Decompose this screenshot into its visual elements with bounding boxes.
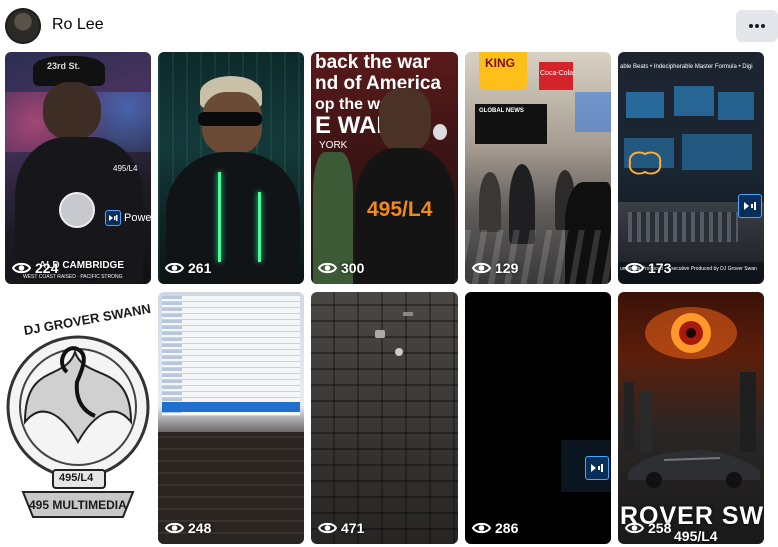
view-count: 261 xyxy=(165,260,211,276)
more-horizontal-icon xyxy=(749,24,765,28)
view-count: 286 xyxy=(472,520,518,536)
view-count-text: 286 xyxy=(495,520,519,536)
chain-text: 495/L4 xyxy=(113,164,138,173)
eye-icon xyxy=(472,522,491,534)
eye-icon xyxy=(165,522,184,534)
reel-tile[interactable]: able Beats • Indecipherable Master Formu… xyxy=(618,52,764,284)
reel-tile[interactable]: 23rd St. 495/L4 Power ALD CAMBRIDGE WEST… xyxy=(5,52,151,284)
view-count: 300 xyxy=(318,260,364,276)
logo-mid-text: 495/L4 xyxy=(59,472,94,484)
glowing-eye-graphic xyxy=(645,307,737,359)
avatar[interactable] xyxy=(5,8,41,44)
sports-car-graphic xyxy=(628,450,760,488)
reel-tile[interactable]: 471 xyxy=(311,292,458,544)
video-editor-icon xyxy=(105,210,121,226)
view-count: 129 xyxy=(472,260,518,276)
reels-grid: 23rd St. 495/L4 Power ALD CAMBRIDGE WEST… xyxy=(0,52,778,547)
view-count-text: 248 xyxy=(188,520,212,536)
view-count: 173 xyxy=(625,260,671,276)
view-count-text: 471 xyxy=(341,520,365,536)
view-count-text: 224 xyxy=(35,260,59,276)
poster-line: YORK xyxy=(319,140,348,151)
view-count-text: 129 xyxy=(495,260,519,276)
reel-tile[interactable]: 286 xyxy=(465,292,611,544)
profile-name[interactable]: Ro Lee xyxy=(52,16,104,34)
reel-tile[interactable]: 261 xyxy=(158,52,304,284)
view-count: 471 xyxy=(318,520,364,536)
view-count: 224 xyxy=(12,260,58,276)
hat-text: 23rd St. xyxy=(47,61,81,71)
eye-icon xyxy=(625,522,644,534)
reel-tile[interactable]: KING Coca-Cola GLOBAL NEWS 129 xyxy=(465,52,611,284)
small-overlay-text: 495/L4 xyxy=(674,528,718,544)
view-count: 258 xyxy=(625,520,671,536)
reel-tile[interactable]: DJ GROVER SWANN 495/L4 495 MULTIMEDIA xyxy=(5,292,151,544)
brain-graphic xyxy=(628,151,662,175)
badge-text: Power xyxy=(124,212,151,224)
video-editor-icon xyxy=(738,194,762,218)
more-options-button[interactable] xyxy=(736,10,778,42)
reel-tile[interactable]: ROVER SW 495/L4 258 xyxy=(618,292,764,544)
eye-icon xyxy=(625,262,644,274)
profile-header: Ro Lee xyxy=(0,0,778,52)
billboard-text: GLOBAL NEWS xyxy=(479,108,524,114)
billboard-text: Coca-Cola xyxy=(540,70,574,77)
logo-bottom-text: 495 MULTIMEDIA xyxy=(29,498,127,512)
eye-icon xyxy=(472,262,491,274)
view-count-text: 258 xyxy=(648,520,672,536)
shirt-text: 495/L4 xyxy=(367,198,433,221)
poster-line: nd of America xyxy=(315,73,441,94)
banner-text: able Beats • Indecipherable Master Formu… xyxy=(620,64,753,70)
billboard-text: KING xyxy=(485,56,515,70)
power-badge: Power xyxy=(105,210,151,226)
view-count-text: 300 xyxy=(341,260,365,276)
view-count: 248 xyxy=(165,520,211,536)
eye-icon xyxy=(318,522,337,534)
eye-icon xyxy=(318,262,337,274)
reel-tile[interactable]: back the war nd of America op the war - … xyxy=(311,52,458,284)
poster-line: back the war xyxy=(315,52,431,73)
view-count-text: 173 xyxy=(648,260,672,276)
video-editor-icon xyxy=(585,456,609,480)
eye-icon xyxy=(12,262,31,274)
eye-icon xyxy=(165,262,184,274)
view-count-text: 261 xyxy=(188,260,212,276)
reel-tile[interactable]: 248 xyxy=(158,292,304,544)
